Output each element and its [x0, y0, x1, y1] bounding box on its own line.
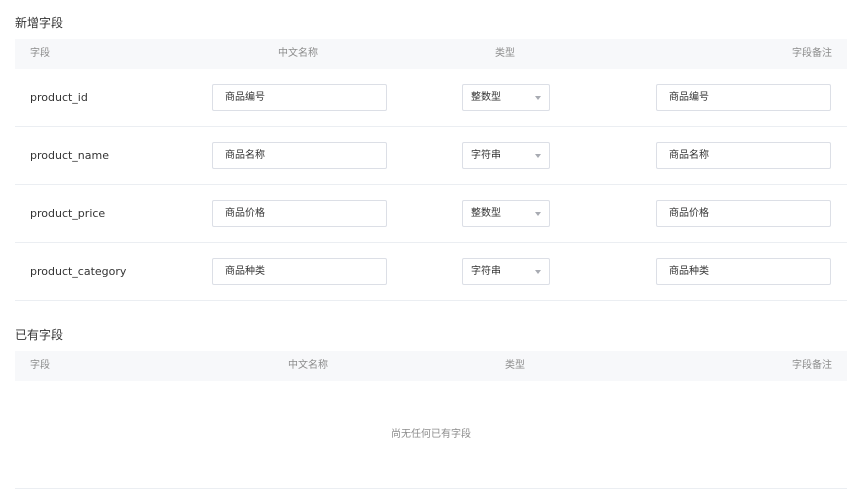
type-select-value: 整数型 — [471, 208, 501, 219]
table-row: product_price 商品价格 整数型 商品价格 — [15, 185, 847, 243]
header-remark: 字段备注 — [792, 48, 832, 59]
remark-input[interactable]: 商品名称 — [656, 142, 831, 169]
type-select[interactable]: 字符串 — [462, 142, 550, 169]
existing-fields-title: 已有字段 — [15, 328, 64, 342]
type-select[interactable]: 整数型 — [462, 84, 550, 111]
type-select-value: 字符串 — [471, 266, 501, 277]
header-field: 字段 — [30, 48, 50, 59]
table-row: product_name 商品名称 字符串 商品名称 — [15, 127, 847, 185]
chevron-down-icon — [535, 212, 541, 216]
header-field: 字段 — [30, 360, 50, 371]
chevron-down-icon — [535, 270, 541, 274]
type-select-value: 字符串 — [471, 150, 501, 161]
header-remark: 字段备注 — [792, 360, 832, 371]
field-name: product_name — [30, 149, 110, 162]
chevron-down-icon — [535, 154, 541, 158]
table-header: 字段 中文名称 类型 字段备注 — [15, 351, 847, 381]
field-name: product_category — [30, 265, 127, 278]
header-type: 类型 — [495, 48, 515, 59]
table-row: product_id 商品编号 整数型 商品编号 — [15, 69, 847, 127]
cn-name-input[interactable]: 商品编号 — [212, 84, 387, 111]
type-select-value: 整数型 — [471, 92, 501, 103]
empty-state-text: 尚无任何已有字段 — [15, 381, 847, 489]
table-row: product_category 商品种类 字符串 商品种类 — [15, 243, 847, 301]
type-select[interactable]: 整数型 — [462, 200, 550, 227]
remark-input[interactable]: 商品价格 — [656, 200, 831, 227]
table-header: 字段 中文名称 类型 字段备注 — [15, 39, 847, 69]
new-fields-title: 新增字段 — [15, 16, 64, 30]
cn-name-input[interactable]: 商品价格 — [212, 200, 387, 227]
field-name: product_id — [30, 91, 88, 104]
header-type: 类型 — [505, 360, 525, 371]
chevron-down-icon — [535, 96, 541, 100]
field-name: product_price — [30, 207, 106, 220]
cn-name-input[interactable]: 商品名称 — [212, 142, 387, 169]
new-fields-table: 字段 中文名称 类型 字段备注 product_id 商品编号 整数型 商品编号… — [15, 39, 847, 301]
remark-input[interactable]: 商品种类 — [656, 258, 831, 285]
header-cn-name: 中文名称 — [288, 360, 328, 371]
header-cn-name: 中文名称 — [278, 48, 318, 59]
type-select[interactable]: 字符串 — [462, 258, 550, 285]
existing-fields-table: 字段 中文名称 类型 字段备注 尚无任何已有字段 — [15, 351, 847, 489]
remark-input[interactable]: 商品编号 — [656, 84, 831, 111]
cn-name-input[interactable]: 商品种类 — [212, 258, 387, 285]
